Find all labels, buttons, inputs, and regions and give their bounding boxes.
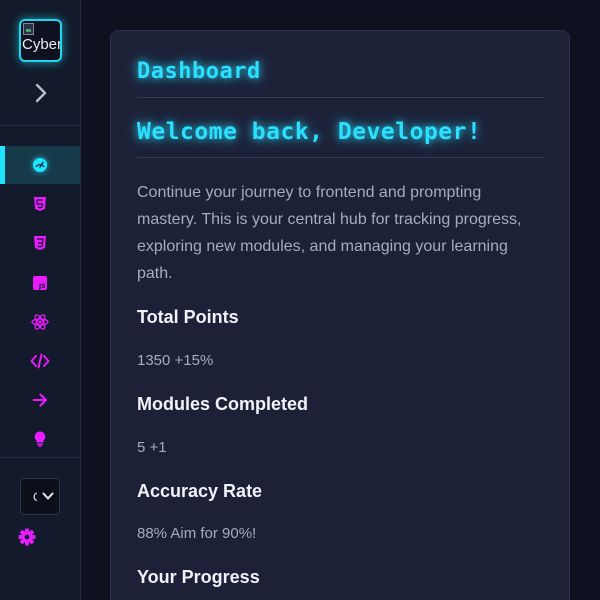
arrow-right-icon xyxy=(32,393,47,407)
dashboard-icon xyxy=(33,158,47,172)
language-select[interactable]: C xyxy=(20,478,60,515)
code-icon xyxy=(30,353,50,369)
logo-image[interactable]: Cyber xyxy=(19,19,62,62)
sidebar-item-react[interactable] xyxy=(0,303,80,341)
welcome-heading: Welcome back, Developer! xyxy=(137,119,482,145)
sidebar-item-dashboard[interactable] xyxy=(0,146,80,184)
svg-text:JS: JS xyxy=(38,283,46,290)
sidebar-expand-button[interactable] xyxy=(27,79,55,107)
sidebar: Cyber JS xyxy=(0,0,81,600)
sidebar-item-next[interactable] xyxy=(0,381,80,419)
sidebar-item-css[interactable] xyxy=(0,224,80,262)
chevron-down-icon xyxy=(42,492,54,500)
dashboard-panel: Dashboard Welcome back, Developer! Conti… xyxy=(110,30,570,600)
sidebar-item-code[interactable] xyxy=(0,342,80,380)
sidebar-item-ideas[interactable] xyxy=(0,420,80,458)
html5-icon xyxy=(34,197,46,211)
gear-icon xyxy=(18,528,36,546)
stat-label-modules-completed: Modules Completed xyxy=(137,394,309,414)
title-divider xyxy=(137,97,545,98)
broken-image-icon xyxy=(23,23,34,35)
chevron-right-icon xyxy=(35,83,47,103)
page-title: Dashboard xyxy=(137,59,261,84)
logo-alt-text: Cyber xyxy=(22,36,62,53)
stat-label-accuracy-rate: Accuracy Rate xyxy=(137,481,263,501)
lightbulb-icon xyxy=(34,431,46,447)
css3-icon xyxy=(34,236,46,250)
stat-value-total-points: 1350 +15% xyxy=(137,352,214,369)
stat-label-total-points: Total Points xyxy=(137,307,239,327)
react-icon xyxy=(31,314,49,330)
sidebar-item-html[interactable] xyxy=(0,185,80,223)
settings-button[interactable] xyxy=(17,527,37,547)
intro-text: Continue your journey to frontend and pr… xyxy=(137,184,522,282)
language-select-value: C xyxy=(33,490,37,504)
sidebar-item-javascript[interactable]: JS xyxy=(0,264,80,302)
sidebar-divider xyxy=(0,125,80,126)
stat-value-modules-completed: 5 +1 xyxy=(137,439,167,456)
stat-value-accuracy-rate: 88% Aim for 90%! xyxy=(137,525,257,542)
welcome-divider xyxy=(137,157,545,158)
javascript-icon: JS xyxy=(33,276,47,290)
progress-heading: Your Progress xyxy=(137,567,260,587)
sidebar-divider xyxy=(0,457,80,458)
